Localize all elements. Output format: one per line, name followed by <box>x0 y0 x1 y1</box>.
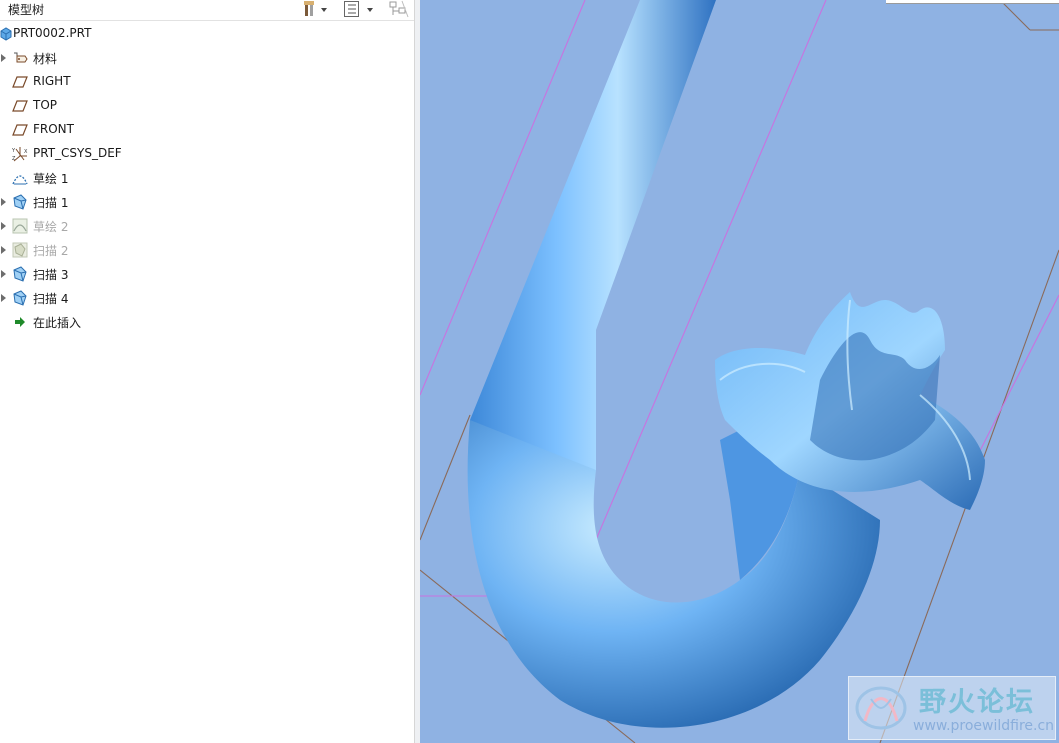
expand-arrow-icon[interactable] <box>1 294 6 302</box>
insert-here-arrow-icon <box>15 317 25 327</box>
forum-logo-icon <box>855 686 907 730</box>
tree-item-label: RIGHT <box>33 74 71 88</box>
list-icon <box>344 1 373 17</box>
csys-icon: Y X Z <box>12 147 28 162</box>
tree-item-sweep-2[interactable]: 扫描 2 <box>0 238 414 262</box>
tree-item-label: 材料 <box>33 52 58 66</box>
tree-settings-button[interactable] <box>302 0 330 18</box>
svg-text:Y: Y <box>12 148 16 154</box>
tree-item-label: TOP <box>33 98 58 112</box>
part-icon <box>0 27 12 41</box>
sketch-icon <box>12 175 28 185</box>
datum-plane-icon <box>12 100 28 112</box>
sweep-icon <box>13 266 27 282</box>
tree-item-sketch-2[interactable]: 草绘 2 <box>0 214 414 238</box>
tree-item-sweep-1[interactable]: 扫描 1 <box>0 190 414 214</box>
tools-icon <box>304 1 327 16</box>
tree-item-label: 扫描 3 <box>33 268 69 282</box>
model-tree: PRT0002.PRT 材料 RIGHT TOP FRONT Y X Z PRT… <box>0 22 414 334</box>
svg-text:Z: Z <box>12 156 16 162</box>
graphics-viewport[interactable] <box>420 0 1059 743</box>
tree-filter-button[interactable] <box>388 0 410 18</box>
tree-filter-icon <box>389 0 409 18</box>
tree-item-label: PRT0002.PRT <box>13 26 92 40</box>
model-tree-header: 模型树 <box>0 0 414 21</box>
material-icon <box>14 52 28 63</box>
expand-arrow-icon[interactable] <box>1 198 6 206</box>
tree-item-sweep-3[interactable]: 扫描 3 <box>0 262 414 286</box>
datum-plane-icon <box>12 76 28 88</box>
expand-arrow-icon[interactable] <box>1 246 6 254</box>
tree-item-front[interactable]: FRONT <box>0 118 414 142</box>
tree-item-sweep-4[interactable]: 扫描 4 <box>0 286 414 310</box>
model-3d-view <box>420 0 1059 743</box>
tree-item-part[interactable]: PRT0002.PRT <box>0 22 414 46</box>
tree-item-csys[interactable]: Y X Z PRT_CSYS_DEF <box>0 142 414 166</box>
datum-plane-icon <box>12 124 28 136</box>
tree-item-sketch-1[interactable]: 草绘 1 <box>0 166 414 190</box>
watermark-title: 野火论坛 <box>919 687 1035 718</box>
sketch-icon <box>12 218 28 234</box>
tree-item-right[interactable]: RIGHT <box>0 70 414 94</box>
tree-item-insert-here[interactable]: 在此插入 <box>0 310 414 334</box>
expand-arrow-icon[interactable] <box>1 270 6 278</box>
tree-item-label: 草绘 1 <box>33 172 69 186</box>
tree-item-label: FRONT <box>33 122 74 136</box>
expand-arrow-icon[interactable] <box>1 54 6 62</box>
tree-item-top[interactable]: TOP <box>0 94 414 118</box>
tree-item-label: 草绘 2 <box>33 220 69 234</box>
tree-item-label: 扫描 1 <box>33 196 69 210</box>
top-right-floating-box <box>886 0 1059 4</box>
model-tree-panel: 模型树 PRT0002.PRT 材料 RIGHT TOP FRONT Y X Z… <box>0 0 415 743</box>
tree-item-label: 扫描 4 <box>33 292 69 306</box>
tree-show-button[interactable] <box>343 0 379 18</box>
sweep-tube-straight <box>470 0 716 470</box>
tree-item-material[interactable]: 材料 <box>0 46 414 70</box>
sweep-icon <box>13 290 27 306</box>
sweep-icon <box>13 194 27 210</box>
tree-item-label: PRT_CSYS_DEF <box>33 146 122 160</box>
tree-item-label: 在此插入 <box>33 316 82 330</box>
expand-arrow-icon[interactable] <box>1 222 6 230</box>
watermark-url: www.proewildfire.cn <box>913 718 1055 734</box>
sweep-icon <box>12 242 28 258</box>
forum-watermark: 野火论坛 www.proewildfire.cn <box>848 676 1056 740</box>
panel-title: 模型树 <box>8 3 45 17</box>
tree-item-label: 扫描 2 <box>33 244 69 258</box>
svg-text:X: X <box>24 149 28 155</box>
